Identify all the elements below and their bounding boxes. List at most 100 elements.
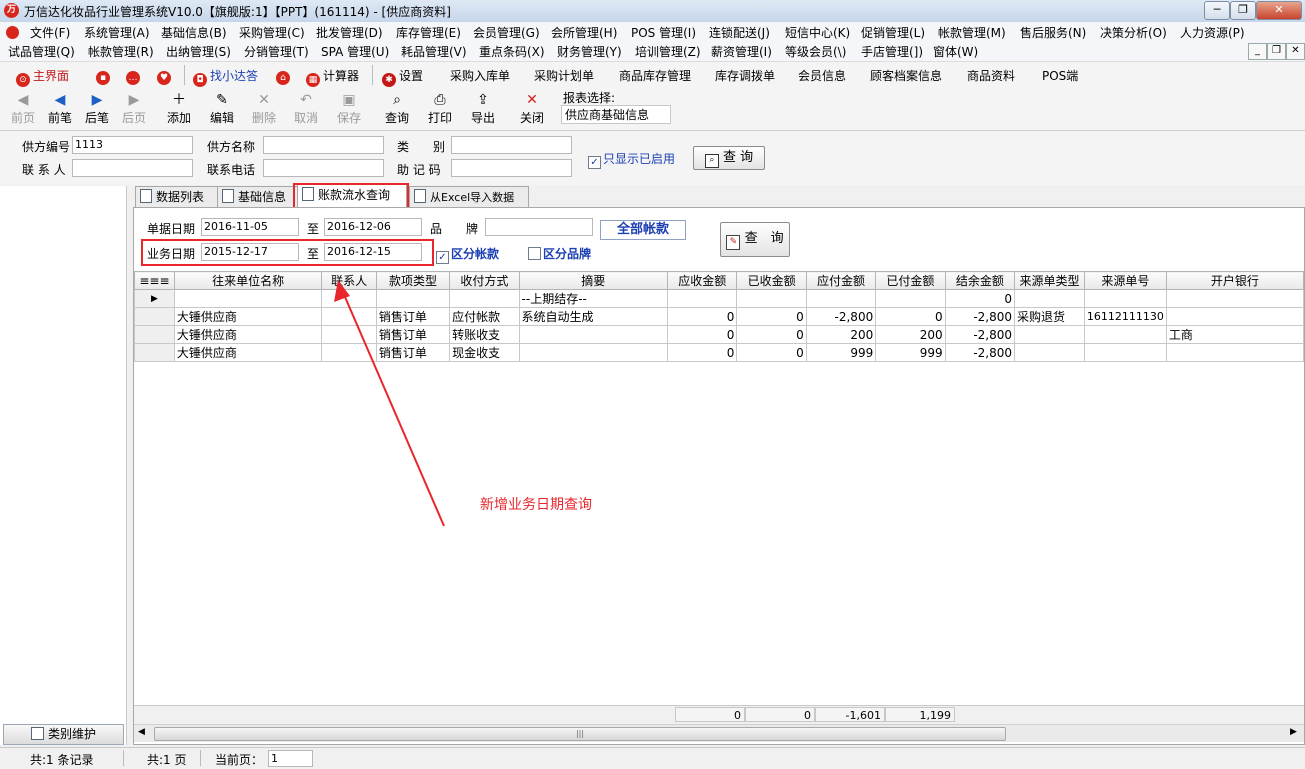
table-cell[interactable]: [736, 289, 807, 308]
menu-item-menu_row1-11[interactable]: 促销管理(L): [861, 24, 925, 41]
phone-input[interactable]: [263, 159, 384, 177]
contact-input[interactable]: [72, 159, 193, 177]
tab-data-list[interactable]: 数据列表: [135, 186, 220, 207]
table-cell[interactable]: 0: [666, 343, 738, 362]
menu-item-menu_row1-6[interactable]: 会员管理(G): [473, 24, 540, 41]
table-cell[interactable]: 0: [875, 307, 946, 326]
menu-item-menu_row1-5[interactable]: 库存管理(E): [396, 24, 461, 41]
lock-button[interactable]: ▪: [96, 67, 113, 85]
menu-item-menu_row1-2[interactable]: 基础信息(B): [161, 24, 227, 41]
table-cell[interactable]: -2,800: [944, 307, 1016, 326]
table-cell[interactable]: [805, 289, 877, 308]
table-cell[interactable]: 0: [736, 343, 807, 362]
table-cell[interactable]: 系统自动生成: [518, 307, 669, 326]
brand-input[interactable]: [485, 218, 593, 236]
menu-item-menu_row2-3[interactable]: 分销管理(T): [244, 43, 309, 60]
table-cell[interactable]: 0: [944, 289, 1016, 308]
table-cell[interactable]: 现金收支: [449, 343, 520, 362]
menu-item-menu_row1-15[interactable]: 人力资源(P): [1180, 24, 1245, 41]
only-enabled-checkbox[interactable]: ✓ 只显示已启用: [588, 150, 675, 169]
mnemonic-input[interactable]: [451, 159, 572, 177]
menu-item-menu_row1-13[interactable]: 售后服务(N): [1020, 24, 1086, 41]
scroll-right-icon[interactable]: ▶: [1290, 727, 1297, 737]
table-cell[interactable]: -2,800: [944, 325, 1016, 344]
quick-link-3[interactable]: 库存调拨单: [715, 67, 775, 84]
table-cell[interactable]: 0: [736, 307, 807, 326]
category-maintain-button[interactable]: 类别维护: [3, 724, 124, 745]
doc-date-from-input[interactable]: 2016-11-05: [201, 218, 299, 236]
quick-link-7[interactable]: POS端: [1042, 67, 1078, 84]
table-cell[interactable]: 0: [666, 325, 738, 344]
supplier-query-button[interactable]: ⌕ 查 询: [693, 146, 765, 170]
table-cell[interactable]: 工商: [1165, 325, 1304, 344]
quick-link-6[interactable]: 商品资料: [967, 67, 1015, 84]
table-cell[interactable]: [449, 289, 520, 308]
toolbar-button-12[interactable]: ✕ 关闭: [512, 91, 552, 126]
menu-item-menu_row2-1[interactable]: 帐款管理(R): [88, 43, 154, 60]
column-header-9[interactable]: 结余金额: [944, 271, 1016, 290]
tab-excel-import[interactable]: 从Excel导入数据: [409, 186, 529, 207]
column-header-0[interactable]: 往来单位名称: [173, 271, 323, 290]
toolbar-button-2[interactable]: ▶ 后笔: [77, 91, 117, 126]
toolbar-button-5[interactable]: ✎ 编辑: [202, 91, 242, 126]
toolbar-button-0[interactable]: ◀ 前页: [3, 91, 43, 126]
menu-item-menu_row1-14[interactable]: 决策分析(O): [1100, 24, 1167, 41]
column-header-4[interactable]: 摘要: [518, 271, 669, 290]
column-header-8[interactable]: 已付金额: [875, 271, 946, 290]
assistant-button[interactable]: ◘ 找小达答: [193, 67, 258, 87]
menu-item-menu_row1-1[interactable]: 系统管理(A): [84, 24, 150, 41]
table-cell[interactable]: 大锤供应商: [173, 325, 323, 344]
toolbar-button-9[interactable]: ⌕ 查询: [377, 91, 417, 126]
restore-button[interactable]: ❐: [1230, 1, 1256, 20]
current-page-input[interactable]: 1: [268, 750, 313, 767]
table-cell[interactable]: [875, 289, 946, 308]
table-cell[interactable]: 999: [875, 343, 946, 362]
menu-item-menu_row1-3[interactable]: 采购管理(C): [239, 24, 305, 41]
column-header-11[interactable]: 来源单号: [1083, 271, 1167, 290]
table-cell[interactable]: -2,800: [944, 343, 1016, 362]
table-cell[interactable]: 0: [736, 325, 807, 344]
toolbar-button-6[interactable]: ✕ 删除: [244, 91, 284, 126]
table-cell[interactable]: [173, 289, 323, 308]
table-cell[interactable]: [518, 325, 669, 344]
table-cell[interactable]: [1083, 325, 1167, 344]
table-cell[interactable]: 999: [805, 343, 877, 362]
menu-item-menu_row1-12[interactable]: 帐款管理(M): [938, 24, 1006, 41]
toolbar-button-8[interactable]: ▣ 保存: [329, 91, 369, 126]
menu-item-menu_row2-4[interactable]: SPA 管理(U): [321, 43, 389, 60]
mdi-restore-button[interactable]: ❐: [1267, 43, 1286, 60]
table-cell[interactable]: 0: [666, 307, 738, 326]
table-row[interactable]: 大锤供应商 销售订单 转账收支 0 0 200 200 -2,800 工商: [134, 325, 1304, 344]
table-cell[interactable]: [1165, 343, 1304, 362]
column-header-5[interactable]: 应收金额: [666, 271, 738, 290]
chat-button[interactable]: …: [126, 67, 143, 85]
table-cell[interactable]: 转账收支: [449, 325, 520, 344]
quick-link-0[interactable]: 采购入库单: [450, 67, 510, 84]
supplier-name-input[interactable]: [263, 136, 384, 154]
toolbar-button-11[interactable]: ⇪ 导出: [463, 91, 503, 126]
quick-link-4[interactable]: 会员信息: [798, 67, 846, 84]
split-account-checkbox[interactable]: ✓ 区分帐款: [436, 245, 499, 264]
toolbar-button-1[interactable]: ◀ 前笔: [40, 91, 80, 126]
menu-item-menu_row1-0[interactable]: 文件(F): [30, 24, 70, 41]
column-header-3[interactable]: 收付方式: [449, 271, 520, 290]
doc-date-to-input[interactable]: 2016-12-06: [324, 218, 422, 236]
table-cell[interactable]: [666, 289, 738, 308]
column-header-12[interactable]: 开户银行: [1165, 271, 1304, 290]
menu-item-menu_row2-5[interactable]: 耗品管理(V): [401, 43, 467, 60]
menu-item-menu_row2-0[interactable]: 试品管理(Q): [8, 43, 75, 60]
settings-button[interactable]: ✱ 设置: [382, 67, 423, 87]
table-cell[interactable]: [1083, 343, 1167, 362]
table-cell[interactable]: --上期结存--: [518, 289, 669, 308]
close-window-button[interactable]: ✕: [1256, 1, 1302, 20]
column-header-6[interactable]: 已收金额: [736, 271, 807, 290]
menu-item-menu_row2-8[interactable]: 培训管理(Z): [635, 43, 701, 60]
table-cell[interactable]: 16112111130: [1083, 307, 1167, 326]
table-row[interactable]: 大锤供应商 销售订单 现金收支 0 0 999 999 -2,800: [134, 343, 1304, 362]
menu-item-menu_row1-8[interactable]: POS 管理(I): [631, 24, 696, 41]
category-tree-panel[interactable]: [0, 186, 127, 745]
menu-item-menu_row1-9[interactable]: 连锁配送(J): [709, 24, 770, 41]
menu-item-menu_row2-12[interactable]: 窗体(W): [933, 43, 978, 60]
menu-item-menu_row2-2[interactable]: 出纳管理(S): [166, 43, 231, 60]
mdi-minimize-button[interactable]: _: [1248, 43, 1267, 60]
